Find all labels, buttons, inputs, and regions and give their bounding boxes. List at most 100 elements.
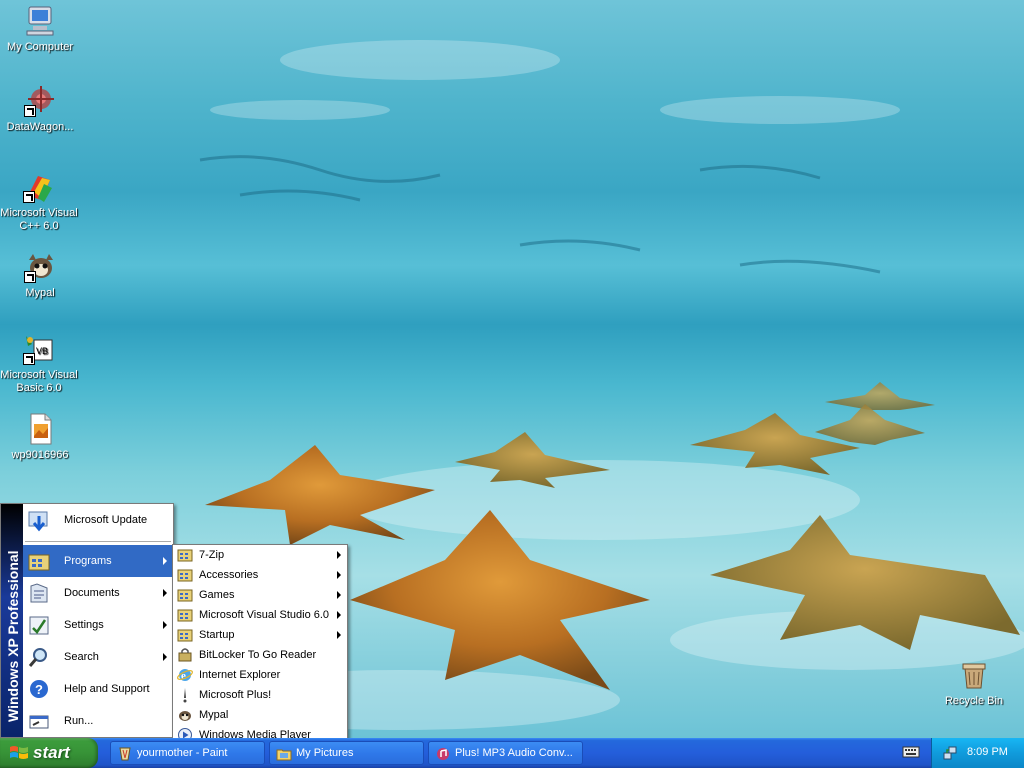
settings-icon [29, 616, 49, 635]
search-icon [28, 648, 47, 667]
clock[interactable]: 8:09 PM [967, 746, 1008, 758]
paint-icon [119, 747, 131, 761]
start-item-label: Programs [64, 555, 112, 567]
desktop-icon-datawagon[interactable]: DataWagon... [0, 84, 80, 134]
start-item-settings[interactable]: Settings [23, 609, 173, 641]
banner-edition: Professional [5, 550, 21, 635]
program-item-accessories[interactable]: Accessories [174, 565, 346, 585]
start-label: start [33, 743, 70, 762]
start-item-documents[interactable]: Documents [23, 577, 173, 609]
program-item-label: Microsoft Plus! [199, 689, 272, 701]
desktop-icon-recycle-bin[interactable]: Recycle Bin [934, 658, 1014, 708]
svg-text:?: ? [35, 682, 43, 697]
start-item-run[interactable]: Run... [23, 705, 173, 737]
mypal-icon [179, 711, 191, 721]
program-item-internet-explorer[interactable]: e Internet Explorer [174, 665, 346, 685]
desktop-icon-mypal[interactable]: Mypal [0, 250, 80, 300]
program-item-label: Internet Explorer [199, 669, 281, 681]
program-item-mypal[interactable]: Mypal [174, 705, 346, 725]
programs-submenu: 7-Zip Accessories Games Microsoft Visual… [172, 544, 348, 745]
run-icon [29, 715, 49, 729]
shortcut-arrow-icon [24, 105, 36, 117]
taskbar-item-label: My Pictures [296, 747, 354, 759]
program-group-icon [177, 629, 193, 642]
desktop-icon-label: wp9016966 [11, 449, 69, 461]
folder-pictures-icon [276, 749, 292, 761]
desktop-icon-visual-cpp[interactable]: Microsoft Visual C++ 6.0 [0, 170, 78, 233]
submenu-arrow-icon [163, 589, 167, 597]
program-item-label: Mypal [199, 709, 229, 721]
taskbar-item-label: Plus! MP3 Audio Conv... [455, 747, 573, 759]
submenu-arrow-icon [337, 571, 341, 579]
submenu-arrow-icon [337, 611, 341, 619]
desktop-icon-my-computer[interactable]: My Computer [0, 4, 80, 54]
desktop-icon-wp9016966[interactable]: wp9016966 [0, 412, 80, 462]
program-item-label: Microsoft Visual Studio 6.0 [199, 609, 330, 621]
programs-icon [28, 554, 50, 571]
system-tray: 8:09 PM [931, 738, 1024, 768]
start-button[interactable]: start [0, 738, 98, 768]
internet-explorer-icon: e [177, 669, 193, 682]
program-item-label: Games [199, 589, 235, 601]
desktop-icon-label: Recycle Bin [944, 695, 1004, 707]
program-item-visual-studio[interactable]: Microsoft Visual Studio 6.0 [174, 605, 346, 625]
program-item-label: 7-Zip [199, 549, 225, 561]
submenu-arrow-icon [163, 557, 167, 565]
start-item-label: Documents [64, 587, 120, 599]
start-item-search[interactable]: Search [23, 641, 173, 673]
program-group-icon [177, 589, 193, 602]
start-item-help-and-support[interactable]: ? Help and Support [23, 673, 173, 705]
recycle-bin-icon [962, 663, 986, 689]
windows-logo-icon [10, 746, 28, 759]
keyboard-icon[interactable] [902, 745, 920, 759]
program-group-icon [177, 549, 193, 562]
start-menu-separator [25, 541, 171, 543]
start-item-programs[interactable]: Programs [23, 545, 173, 577]
shortcut-arrow-icon [24, 271, 36, 283]
start-item-label: Run... [64, 715, 94, 727]
desktop-icon-label: Mypal [25, 287, 55, 299]
taskbar: start yourmother - Paint My Pictures Plu… [0, 738, 1024, 768]
desktop-icon-label: My Computer [6, 41, 74, 53]
microsoft-plus-icon [183, 688, 187, 703]
program-item-label: BitLocker To Go Reader [199, 649, 317, 661]
start-item-label: Search [64, 651, 99, 663]
submenu-arrow-icon [163, 653, 167, 661]
taskbar-item-paint[interactable]: yourmother - Paint [110, 741, 265, 765]
program-group-icon [177, 569, 193, 582]
desktop-icon-label: Microsoft Visual Basic 6.0 [0, 369, 78, 394]
desktop-icon-label: Microsoft Visual C++ 6.0 [0, 207, 78, 232]
desktop-icon-visual-basic[interactable]: VB Microsoft Visual Basic 6.0 [0, 332, 78, 395]
image-file-icon [30, 413, 52, 445]
bitlocker-icon [178, 648, 192, 662]
shortcut-arrow-icon [23, 191, 35, 203]
start-menu: Windows XP Professional Microsoft Update… [0, 503, 174, 738]
start-item-label: Settings [64, 619, 104, 631]
submenu-arrow-icon [337, 631, 341, 639]
program-item-bitlocker[interactable]: BitLocker To Go Reader [174, 645, 346, 665]
program-item-7zip[interactable]: 7-Zip [174, 545, 346, 565]
taskbar-item-my-pictures[interactable]: My Pictures [269, 741, 424, 765]
program-item-microsoft-plus[interactable]: Microsoft Plus! [174, 685, 346, 705]
program-item-startup[interactable]: Startup [174, 625, 346, 645]
banner-brand: Windows XP [5, 638, 21, 722]
start-item-microsoft-update[interactable]: Microsoft Update [23, 505, 173, 537]
taskbar-item-mp3-converter[interactable]: Plus! MP3 Audio Conv... [428, 741, 583, 765]
start-item-label: Help and Support [64, 683, 150, 695]
update-icon [28, 511, 48, 532]
start-menu-banner: Windows XP Professional [1, 504, 23, 737]
program-item-label: Startup [199, 629, 235, 641]
program-item-games[interactable]: Games [174, 585, 346, 605]
start-item-label: Microsoft Update [64, 514, 148, 526]
svg-text:VB: VB [36, 346, 48, 356]
computer-icon [26, 6, 54, 36]
network-icon[interactable] [942, 745, 958, 761]
submenu-arrow-icon [163, 621, 167, 629]
documents-icon [30, 583, 48, 603]
submenu-arrow-icon [337, 591, 341, 599]
program-item-label: Accessories [199, 569, 259, 581]
program-group-icon [177, 609, 193, 622]
help-icon: ? [30, 680, 48, 698]
desktop-icon-label: DataWagon... [6, 121, 74, 133]
mp3-converter-icon [437, 748, 449, 760]
